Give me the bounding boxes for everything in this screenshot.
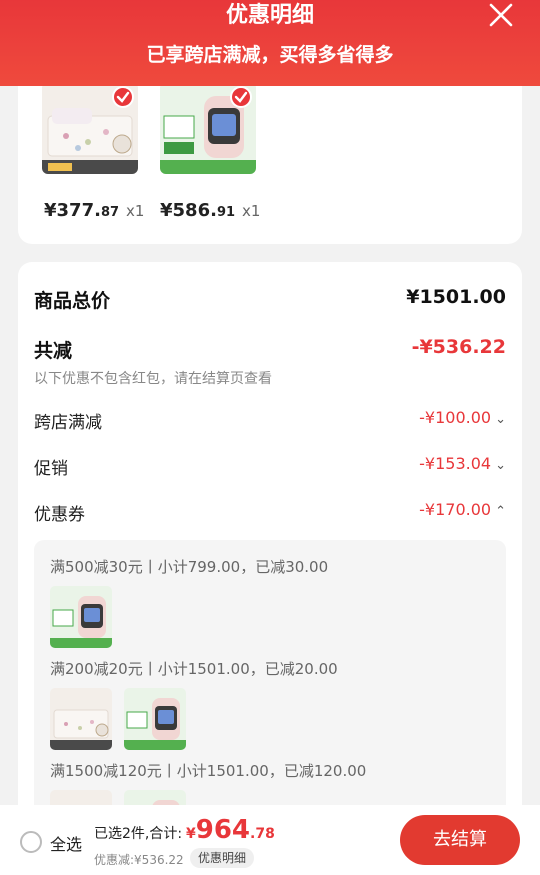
discount-item-value: -¥100.00 ⌄ [419,408,506,427]
discount-item-coupon[interactable]: 优惠券 -¥170.00 ⌃ [34,500,506,525]
coupon-product-thumb-bedding[interactable] [50,688,112,750]
chevron-down-icon: ⌄ [495,458,506,473]
selected-check-icon [230,86,252,108]
discount-item-value: -¥170.00 ⌃ [419,500,506,519]
product-image-bedding[interactable] [42,82,138,174]
discount-note: 以下优惠不包含红包，请在结算页查看 [34,371,272,387]
discount-item-label: 优惠券 [34,505,85,525]
total-reduce-row: 共减 -¥536.22 [34,336,506,362]
coupon-rule-text: 满500减30元丨小计799.00，已减30.00 [50,558,329,576]
product-qty: x1 [126,202,145,220]
discount-detail-button[interactable]: 优惠明细 [190,848,255,868]
coupon-rule-text: 满1500减120元丨小计1501.00，已减120.00 [50,762,367,780]
coupon-breakdown-box: 满500减30元丨小计799.00，已减30.00 满200减20元丨小计150… [34,540,506,830]
product-price: ¥586.91 [160,200,236,221]
discount-item-label: 跨店满减 [34,413,102,433]
coupon-product-thumb-watch[interactable] [124,688,186,750]
checkout-bar: 全选 已选2件,合计: ¥964.78 优惠减:¥536.22 优惠明细 去结算 [0,805,540,875]
total-amount: ¥964.78 [186,815,275,845]
discount-amount: 优惠减:¥536.22 [94,853,184,867]
checkout-button[interactable]: 去结算 [400,815,520,865]
discount-item-label: 促销 [34,459,68,479]
selected-summary: 已选2件,合计: [94,826,183,842]
total-reduce-value: -¥536.22 [411,336,506,358]
page-title: 优惠明细 [225,3,314,28]
discount-detail-header: 优惠明细 已享跨店满减，买得多省得多 [0,0,540,86]
total-price-value: ¥1501.00 [406,286,506,308]
total-price-row: 商品总价 ¥1501.00 [34,286,506,312]
chevron-up-icon: ⌃ [495,504,506,519]
select-all-label[interactable]: 全选 [50,831,82,855]
discount-item-promotion[interactable]: 促销 -¥153.04 ⌄ [34,454,506,479]
close-icon[interactable] [486,0,516,30]
page-subtitle: 已享跨店满减，买得多省得多 [146,44,394,66]
discount-item-cross-store[interactable]: 跨店满减 -¥100.00 ⌄ [34,408,506,433]
product-price: ¥377.87 [44,200,120,221]
product-qty: x1 [242,202,261,220]
product-image-watch[interactable] [160,82,256,174]
coupon-rule-text: 满200减20元丨小计1501.00，已减20.00 [50,660,338,678]
discount-item-value: -¥153.04 ⌄ [419,454,506,473]
select-all-radio[interactable] [20,831,42,853]
total-price-label: 商品总价 [34,290,111,312]
selected-check-icon [112,86,134,108]
chevron-down-icon: ⌄ [495,412,506,427]
total-reduce-label: 共减 [34,340,73,362]
coupon-product-thumb-watch[interactable] [50,586,112,648]
product-card: ¥377.87 x1 ¥586.91 x1 [18,60,522,244]
